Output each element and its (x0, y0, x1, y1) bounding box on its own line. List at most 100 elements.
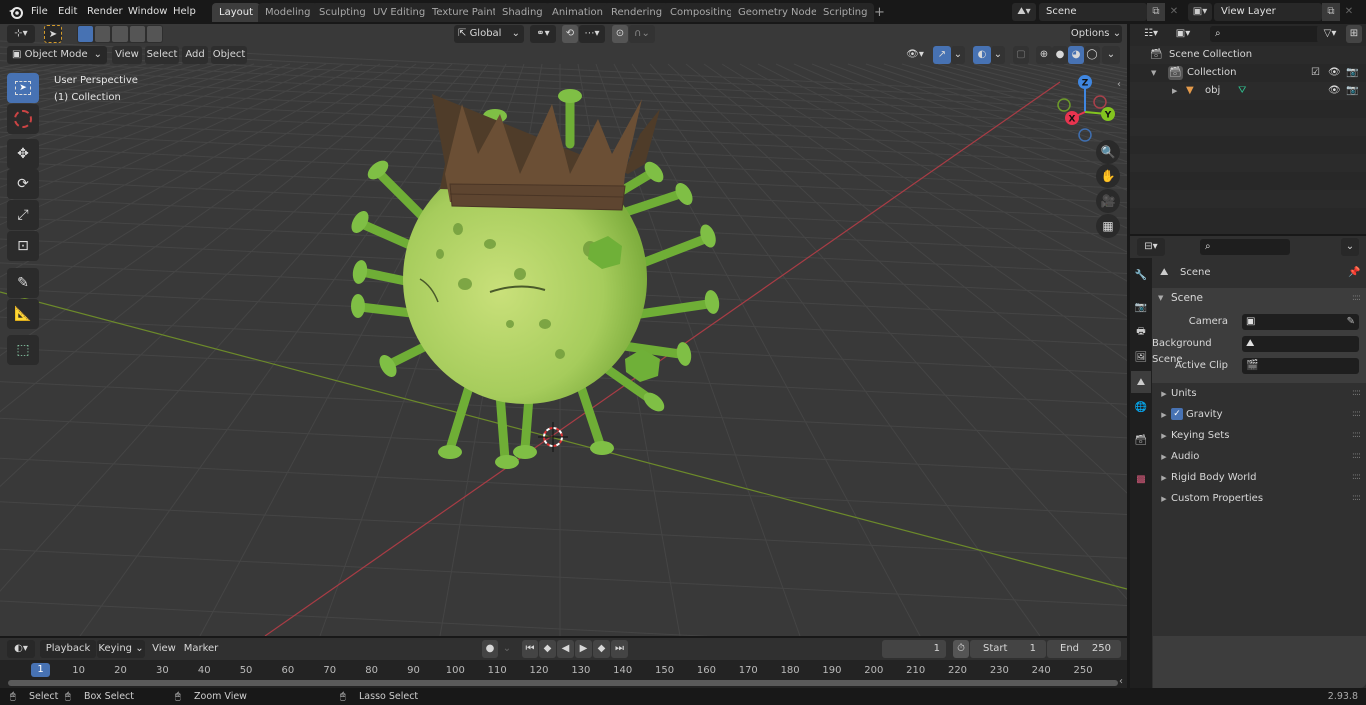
tool-cursor[interactable] (7, 104, 39, 134)
gizmo-dropdown-icon[interactable]: ⌄ (951, 46, 965, 64)
tool-select-box[interactable]: ➤ (7, 73, 39, 103)
shading-dropdown-icon[interactable]: ⌄ (1102, 46, 1120, 64)
tool-transform[interactable]: ⊡ (7, 231, 39, 261)
camera-field[interactable]: ▣ ✎ (1242, 314, 1359, 330)
pin-icon[interactable]: 📌 (1348, 261, 1360, 285)
3d-viewport[interactable]: ⊹▾ ➤ ⇱ Global ⌄ ⚭▾ ⟲ ⋯▾ ⊙ ∩⌄ Options ⌄ ▣ … (0, 24, 1127, 636)
expand-arrow-icon[interactable]: ▼ (1151, 64, 1156, 82)
outliner-row-obj[interactable]: ▶ ▼ obj ⛛ 👁 📷 (1130, 82, 1366, 100)
tab-compositing[interactable]: Compositing (663, 3, 740, 22)
tool-rotate[interactable]: ⟳ (7, 169, 39, 199)
drag-grip-icon[interactable]: :::: (1352, 467, 1361, 488)
drag-grip-icon[interactable]: :::: (1352, 383, 1361, 404)
jump-start-button[interactable]: ⏮ (522, 640, 538, 658)
menu-select[interactable]: Select (145, 46, 179, 64)
eyedropper-icon[interactable]: ✎ (1347, 314, 1355, 330)
gizmo-toggle-icon[interactable]: ↗ (933, 46, 951, 64)
shading-rendered-icon[interactable]: ◯ (1084, 46, 1100, 64)
next-keyframe-button[interactable]: ◆ (593, 640, 610, 658)
properties-search-input[interactable]: ⌕ (1200, 239, 1290, 255)
falloff-icon[interactable]: ∩⌄ (629, 25, 655, 43)
prev-keyframe-button[interactable]: ◆ (539, 640, 556, 658)
select-invert-icon[interactable] (129, 26, 145, 42)
playback-dropdown[interactable]: Playback ⌄ (40, 640, 96, 672)
menu-object[interactable]: Object (211, 46, 247, 64)
exclude-checkbox[interactable]: ☑ (1311, 64, 1320, 82)
menu-add[interactable]: Add (182, 46, 208, 64)
editor-type-icon[interactable]: ⊹▾ (7, 25, 35, 43)
options-dropdown[interactable]: Options ⌄ (1070, 25, 1122, 43)
shading-material-icon[interactable]: ◕ (1068, 46, 1084, 64)
zoom-view-button[interactable]: 🔍 (1096, 140, 1120, 164)
view-layer-selector-icon[interactable]: ▣▾ (1188, 3, 1212, 21)
tab-modeling[interactable]: Modeling (258, 3, 318, 22)
select-extend-icon[interactable] (95, 26, 111, 42)
panel-units[interactable]: ▶ Units:::: (1152, 383, 1366, 404)
shading-wireframe-icon[interactable]: ⊕ (1036, 46, 1052, 64)
timeline-ruler[interactable]: 10 20 30 40 50 60 70 80 90 100 110 120 130 140 150 160 1… (0, 660, 1127, 688)
proportional-edit-icon[interactable]: ⊙ (612, 25, 628, 43)
scene-selector-icon[interactable]: ⛰▾ (1012, 3, 1036, 21)
auto-keying-toggle[interactable]: ● (482, 640, 498, 658)
play-button[interactable]: ▶ (575, 640, 592, 658)
tab-scene[interactable]: ⛰ (1131, 371, 1151, 393)
menu-marker[interactable]: Marker (183, 640, 219, 658)
sidebar-toggle-icon[interactable]: ‹ (1117, 79, 1121, 90)
tool-add-cube[interactable]: ⬚ (7, 335, 39, 365)
panel-custom-properties[interactable]: ▶ Custom Properties:::: (1152, 488, 1366, 509)
new-collection-icon[interactable]: ⊞ (1346, 25, 1362, 43)
auto-keying-dropdown[interactable]: ⌄ (499, 640, 515, 658)
tool-scale[interactable]: ⤢ (7, 200, 39, 230)
menu-render[interactable]: Render (87, 4, 123, 20)
overlays-toggle-icon[interactable]: ◐ (973, 46, 991, 64)
snap-target-icon[interactable]: ⋯▾ (579, 25, 605, 43)
outliner-search-input[interactable]: ⌕ (1210, 26, 1320, 42)
select-new-icon[interactable] (78, 26, 94, 42)
outliner-row-collection[interactable]: ▼ 🗃 Collection ☑ 👁 📷 (1130, 64, 1366, 82)
transform-orientation-dropdown[interactable]: ⇱ Global ⌄ (454, 25, 524, 43)
keying-dropdown[interactable]: Keying ⌄ (97, 640, 145, 658)
overlays-dropdown-icon[interactable]: ⌄ (991, 46, 1005, 64)
filter-icon[interactable]: ▽▾ (1317, 25, 1343, 43)
scene-name-field[interactable]: Scene (1039, 3, 1147, 21)
shading-solid-icon[interactable]: ● (1052, 46, 1068, 64)
active-clip-field[interactable]: 🎬 (1242, 358, 1359, 374)
delete-view-layer-icon[interactable]: ✕ (1341, 3, 1357, 21)
drag-grip-icon[interactable]: :::: (1352, 288, 1361, 309)
pan-view-button[interactable]: ✋ (1096, 164, 1120, 188)
timeline-scrollbar[interactable] (8, 680, 1118, 686)
view-layer-field[interactable]: View Layer (1214, 3, 1322, 21)
pivot-point-icon[interactable]: ⚭▾ (530, 25, 556, 43)
properties-options-icon[interactable]: ⌄ (1341, 238, 1359, 256)
menu-view[interactable]: View (150, 640, 178, 658)
panel-scene-header[interactable]: ▼ Scene :::: (1152, 288, 1366, 309)
outliner-row-scene-collection[interactable]: 🗃 Scene Collection (1130, 46, 1366, 64)
outliner-editor-type-icon[interactable]: ☷▾ (1137, 25, 1165, 43)
visibility-eye-icon[interactable]: 👁 (1328, 82, 1341, 100)
tab-texture[interactable]: ▩ (1131, 468, 1151, 490)
visibility-icon[interactable]: 👁▾ (902, 46, 928, 64)
tab-view-layer[interactable]: 🖼 (1131, 346, 1151, 368)
xray-toggle-icon[interactable]: ▢ (1013, 46, 1029, 64)
tab-scripting[interactable]: Scripting (816, 3, 875, 22)
tab-layout[interactable]: Layout (212, 3, 260, 22)
gravity-checkbox[interactable]: ✓ (1171, 408, 1183, 420)
visibility-eye-icon[interactable]: 👁 (1328, 64, 1341, 82)
play-reverse-button[interactable]: ◀ (557, 640, 574, 658)
object-mode-dropdown[interactable]: ▣ Object Mode ⌄ (7, 46, 107, 64)
delete-scene-icon[interactable]: ✕ (1166, 3, 1182, 21)
tab-sculpting[interactable]: Sculpting (312, 3, 373, 22)
tab-output[interactable]: 🖶 (1131, 321, 1151, 343)
tab-geometry-nodes[interactable]: Geometry Nodes (731, 3, 830, 22)
menu-edit[interactable]: Edit (58, 4, 77, 20)
select-subtract-icon[interactable] (112, 26, 128, 42)
menu-window[interactable]: Window (128, 4, 167, 20)
collapse-panel-icon[interactable]: ‹ (1119, 676, 1123, 687)
new-view-layer-icon[interactable]: ⧉ (1322, 3, 1340, 21)
tab-rendering[interactable]: Rendering (604, 3, 670, 22)
panel-rigid-body-world[interactable]: ▶ Rigid Body World:::: (1152, 467, 1366, 488)
start-frame-field[interactable]: Start 1 (970, 640, 1046, 658)
tool-move[interactable]: ✥ (7, 139, 39, 169)
menu-view[interactable]: View (112, 46, 142, 64)
tool-measure[interactable]: 📐 (7, 299, 39, 329)
